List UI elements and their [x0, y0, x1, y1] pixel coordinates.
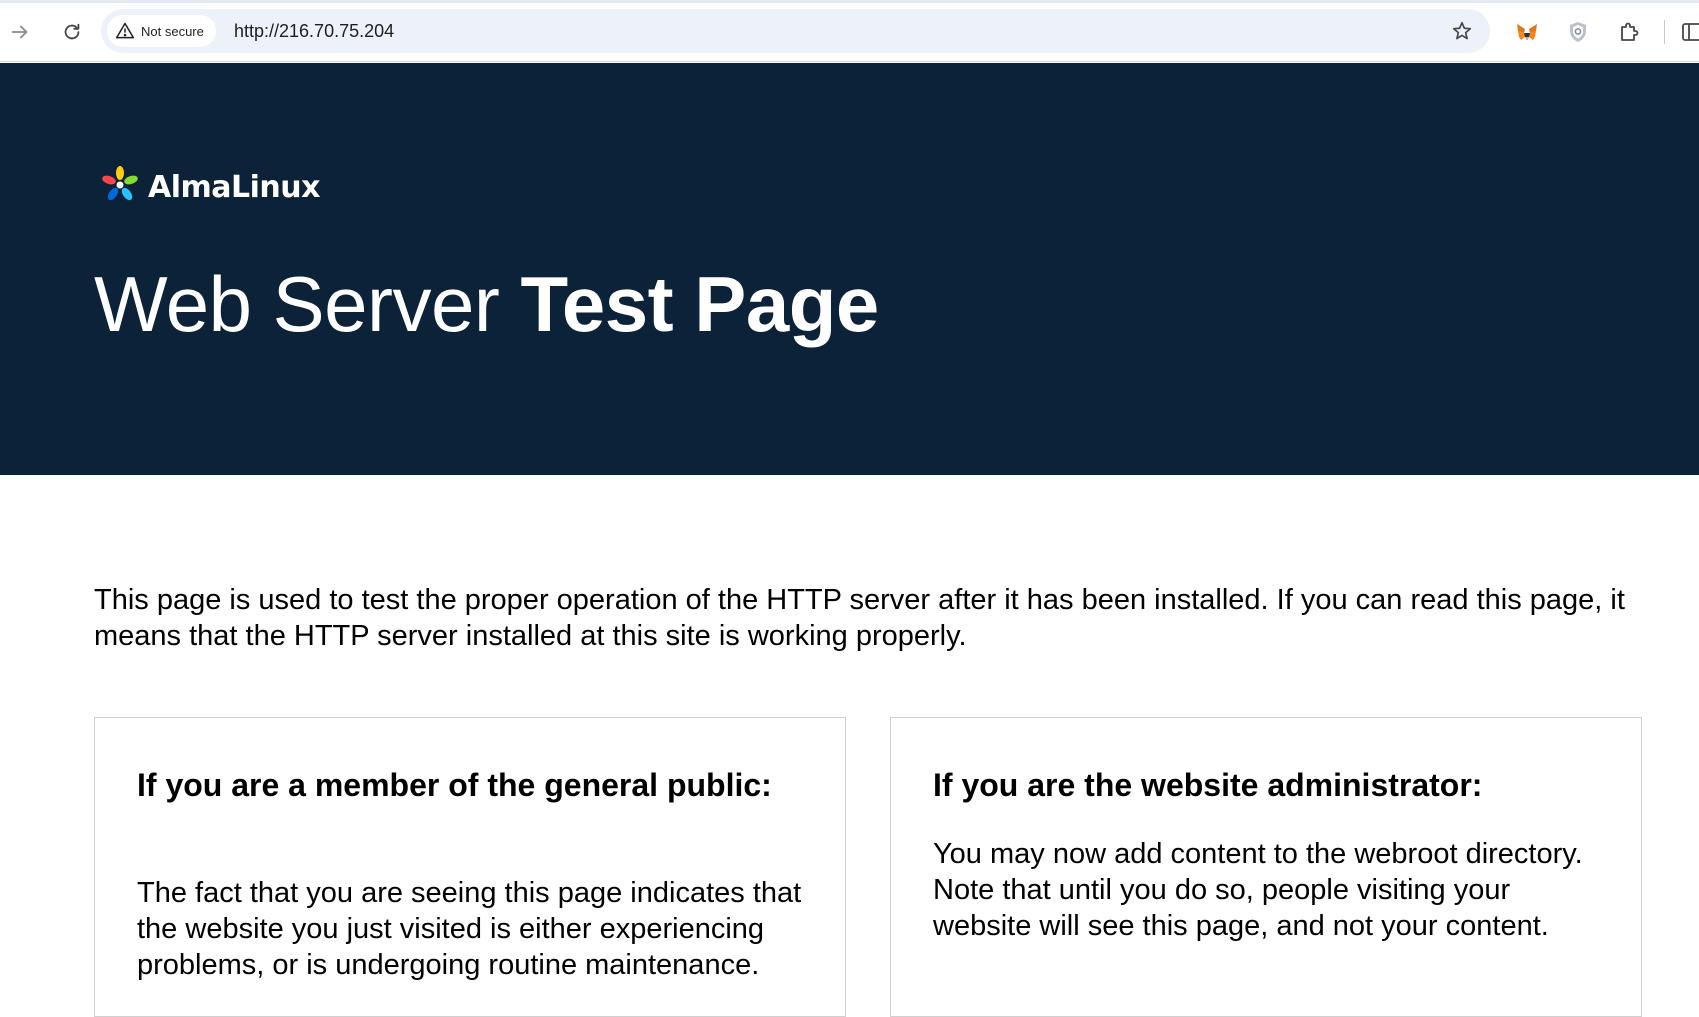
url-text[interactable]: http://216.70.75.204	[234, 9, 394, 53]
reload-button[interactable]	[54, 14, 90, 50]
fox-icon	[1517, 24, 1537, 40]
extensions-menu-button[interactable]	[1611, 14, 1647, 50]
card-body: You may now add content to the webroot d…	[933, 838, 1583, 942]
administrator-card: If you are the website administrator: Yo…	[890, 717, 1642, 1017]
general-public-card: If you are a member of the general publi…	[94, 717, 846, 1017]
star-icon	[1452, 21, 1472, 40]
almalinux-logo-icon	[98, 163, 142, 212]
logo-text: AlmaLinux	[148, 170, 320, 205]
forward-button[interactable]	[2, 14, 38, 50]
page-title: Web Server Test Page	[94, 259, 879, 350]
address-bar[interactable]: Not secure http://216.70.75.204	[101, 9, 1490, 53]
shield-icon	[1570, 22, 1586, 42]
almalinux-logo[interactable]: AlmaLinux	[98, 163, 320, 212]
security-indicator[interactable]: Not secure	[107, 15, 216, 47]
card-heading: If you are the website administrator:	[933, 767, 1483, 803]
metamask-extension-button[interactable]	[1509, 14, 1545, 50]
security-label: Not secure	[141, 23, 204, 39]
browser-toolbar: Not secure http://216.70.75.204	[0, 0, 1699, 62]
toolbar-divider	[1664, 20, 1665, 44]
side-panel-button[interactable]	[1680, 14, 1699, 50]
page-title-regular: Web Server	[94, 260, 521, 348]
shield-extension-button[interactable]	[1560, 14, 1596, 50]
intro-paragraph: This page is used to test the proper ope…	[94, 584, 1625, 652]
hero-banner: AlmaLinux Web Server Test Page	[0, 63, 1699, 475]
reload-icon	[64, 23, 80, 40]
side-panel-icon	[1682, 23, 1699, 41]
warning-triangle-icon	[115, 22, 135, 39]
page-title-bold: Test Page	[520, 260, 880, 348]
arrow-right-icon	[11, 25, 28, 39]
puzzle-icon	[1621, 22, 1639, 41]
bookmark-button[interactable]	[1446, 15, 1478, 47]
card-heading: If you are a member of the general publi…	[137, 767, 772, 803]
card-body: The fact that you are seeing this page i…	[137, 877, 802, 981]
tab-strip-edge	[0, 0, 1699, 3]
